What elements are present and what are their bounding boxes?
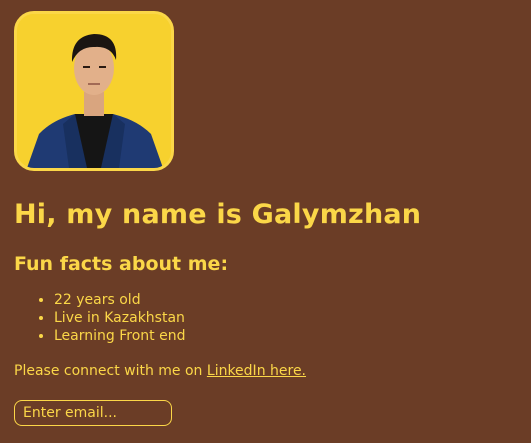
linkedin-link[interactable]: LinkedIn here.	[207, 363, 306, 379]
page-content: Hi, my name is Galymzhan Fun facts about…	[14, 11, 531, 426]
facts-heading: Fun facts about me:	[14, 253, 229, 275]
connect-text: Please connect with me on LinkedIn here.	[14, 362, 531, 380]
facts-list: 22 years old Live in Kazakhstan Learning…	[14, 291, 531, 345]
portrait-image	[17, 14, 171, 168]
page-title: Hi, my name is Galymzhan	[14, 199, 422, 230]
connect-label: Please connect with me on	[14, 363, 207, 379]
email-input[interactable]	[14, 400, 172, 426]
list-item: 22 years old	[54, 291, 531, 309]
list-item: Learning Front end	[54, 327, 531, 345]
list-item: Live in Kazakhstan	[54, 309, 531, 327]
avatar	[14, 11, 174, 171]
